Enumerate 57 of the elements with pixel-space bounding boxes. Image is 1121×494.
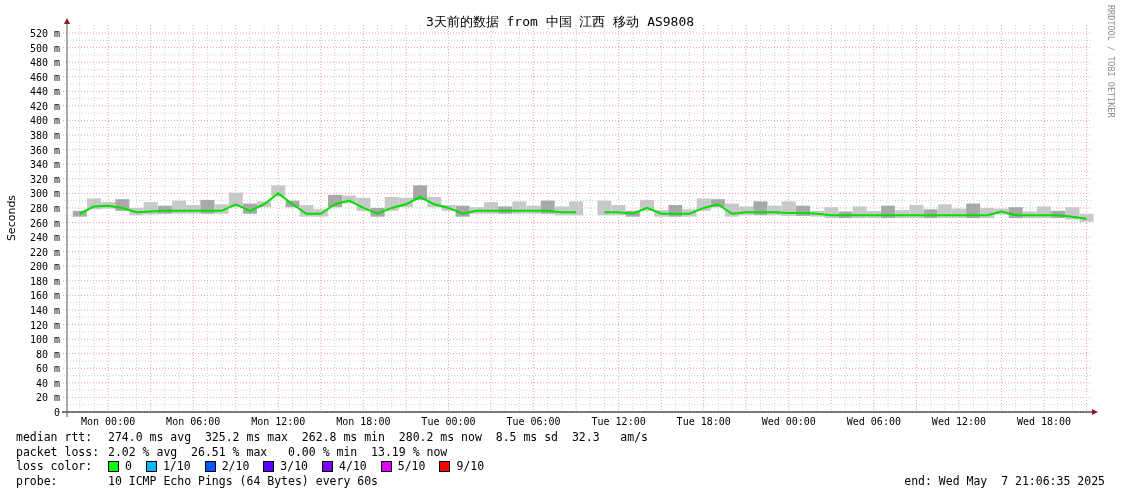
y-tick-label: 220 m bbox=[29, 246, 60, 258]
y-tick-label: 100 m bbox=[29, 334, 60, 346]
x-tick-label: Tue 00:00 bbox=[421, 416, 476, 427]
y-tick-label: 280 m bbox=[29, 202, 60, 214]
x-tick-label: Wed 12:00 bbox=[931, 416, 987, 427]
y-tick-label: 360 m bbox=[29, 144, 60, 156]
x-tick-label: Tue 12:00 bbox=[591, 416, 646, 427]
legend-item-label: 3/10 bbox=[280, 459, 309, 474]
x-tick-label: Mon 18:00 bbox=[336, 416, 391, 427]
x-tick-label: Mon 00:00 bbox=[81, 416, 136, 427]
legend-item-label: 2/10 bbox=[221, 459, 250, 474]
y-tick-label: 480 m bbox=[29, 57, 60, 69]
y-tick-label: 240 m bbox=[29, 232, 60, 244]
y-tick-label: 400 m bbox=[29, 115, 60, 127]
y-tick-label: 320 m bbox=[29, 173, 60, 185]
stat-label: packet loss: bbox=[16, 444, 101, 459]
y-tick-label: 380 m bbox=[29, 130, 60, 142]
end-time: end: Wed May 7 21:06:35 2025 bbox=[904, 473, 1105, 488]
x-tick-label: Wed 00:00 bbox=[761, 416, 816, 427]
y-tick-label: 440 m bbox=[29, 86, 60, 98]
legend-item-label: 5/10 bbox=[397, 459, 426, 474]
x-tick-label: Mon 12:00 bbox=[251, 416, 306, 427]
probe-label: probe: bbox=[16, 473, 59, 488]
y-tick-label: 520 m bbox=[29, 28, 60, 39]
chart-title: 3天前的数据 from 中国 江西 移动 AS9808 bbox=[425, 14, 695, 29]
y-axis-label: Seconds bbox=[5, 194, 18, 242]
y-tick-label: 180 m bbox=[29, 275, 60, 287]
y-tick-label: 300 m bbox=[29, 188, 60, 200]
y-tick-label: 140 m bbox=[29, 304, 60, 316]
x-tick-label: Wed 06:00 bbox=[846, 416, 901, 427]
stat-values: 274.0 ms avg 325.2 ms max 262.8 ms min 280.2 ms now 8.5 ms sd 32.3 am/s bbox=[108, 430, 649, 445]
x-tick-label: Tue 06:00 bbox=[506, 416, 561, 427]
y-tick-label: 160 m bbox=[29, 290, 60, 302]
y-tick-label: 260 m bbox=[29, 217, 60, 229]
legend-item-label: 9/10 bbox=[456, 459, 485, 474]
probe-value: 10 ICMP Echo Pings (64 Bytes) every 60s bbox=[108, 473, 379, 488]
legend-label: loss color: bbox=[16, 459, 94, 474]
y-tick-label: 120 m bbox=[29, 319, 60, 331]
y-tick-label: 200 m bbox=[29, 261, 60, 273]
legend-item-label: 1/10 bbox=[162, 459, 191, 474]
stat-label: median rtt: bbox=[16, 430, 94, 445]
y-tick-label: 60 m bbox=[35, 363, 60, 375]
x-tick-label: Wed 18:00 bbox=[1016, 416, 1072, 427]
y-tick-label: 500 m bbox=[29, 42, 60, 54]
y-tick-label: 0 bbox=[53, 407, 60, 418]
y-tick-label: 340 m bbox=[29, 159, 60, 171]
legend-item-label: 0 bbox=[125, 459, 132, 474]
y-tick-label: 460 m bbox=[29, 71, 60, 83]
credit-text: RRDTOOL / TOBI OETIKER bbox=[1106, 5, 1116, 118]
stat-values: 2.02 % avg 26.51 % max 0.00 % min 13.19 % now bbox=[108, 444, 448, 459]
x-tick-label: Mon 06:00 bbox=[166, 416, 221, 427]
y-tick-label: 40 m bbox=[35, 377, 60, 389]
y-tick-label: 420 m bbox=[29, 100, 60, 112]
legend-item-label: 4/10 bbox=[339, 459, 367, 474]
y-tick-label: 20 m bbox=[35, 392, 60, 404]
x-tick-label: Tue 18:00 bbox=[676, 416, 731, 427]
y-tick-label: 80 m bbox=[35, 348, 60, 360]
